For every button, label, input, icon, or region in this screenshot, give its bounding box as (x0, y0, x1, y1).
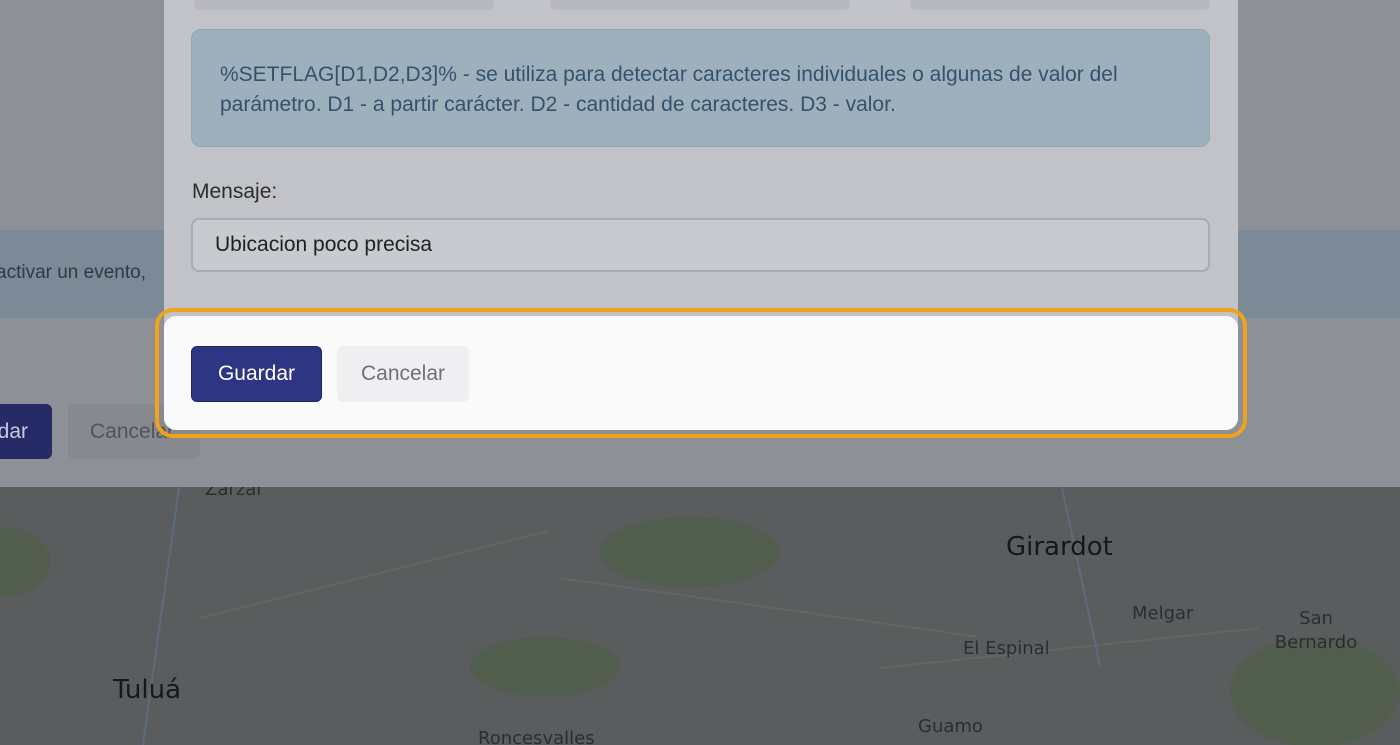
map-city-label: Guamo (918, 716, 983, 737)
map-terrain (600, 517, 780, 587)
map-city-label: El Espinal (963, 638, 1050, 659)
field-stub (194, 0, 494, 10)
map-road (559, 577, 977, 638)
map-terrain (470, 637, 620, 697)
map-river (141, 487, 181, 745)
field-stub (550, 0, 850, 10)
map-city-label: Zarzal (205, 487, 262, 500)
map-city-label: Girardot (1006, 532, 1113, 562)
map-city-label: San Bernardo (1274, 608, 1358, 653)
setflag-info-alert: %SETFLAG[D1,D2,D3]% - se utiliza para de… (191, 29, 1210, 147)
cancel-button[interactable]: Cancelar (337, 346, 469, 402)
background-save-button: dar (0, 404, 52, 459)
map-terrain (0, 527, 50, 597)
save-button[interactable]: Guardar (191, 346, 322, 402)
background-map[interactable]: Zarzal Girardot Melgar San Bernardo El E… (0, 487, 1400, 745)
message-label: Mensaje: (192, 180, 278, 203)
map-city-label: Melgar (1132, 603, 1194, 624)
field-stub (910, 0, 1210, 10)
map-road (879, 627, 1259, 669)
modal-top-fields (194, 0, 1210, 12)
setflag-info-text: %SETFLAG[D1,D2,D3]% - se utiliza para de… (220, 63, 1118, 116)
map-city-label: Roncesvalles (478, 728, 595, 745)
map-city-label: Tuluá (113, 675, 182, 705)
message-input[interactable] (191, 218, 1210, 272)
map-river (1060, 487, 1102, 667)
background-alert-text: activar un evento, (0, 262, 146, 283)
modal-footer (164, 316, 1238, 430)
map-road (199, 529, 550, 619)
